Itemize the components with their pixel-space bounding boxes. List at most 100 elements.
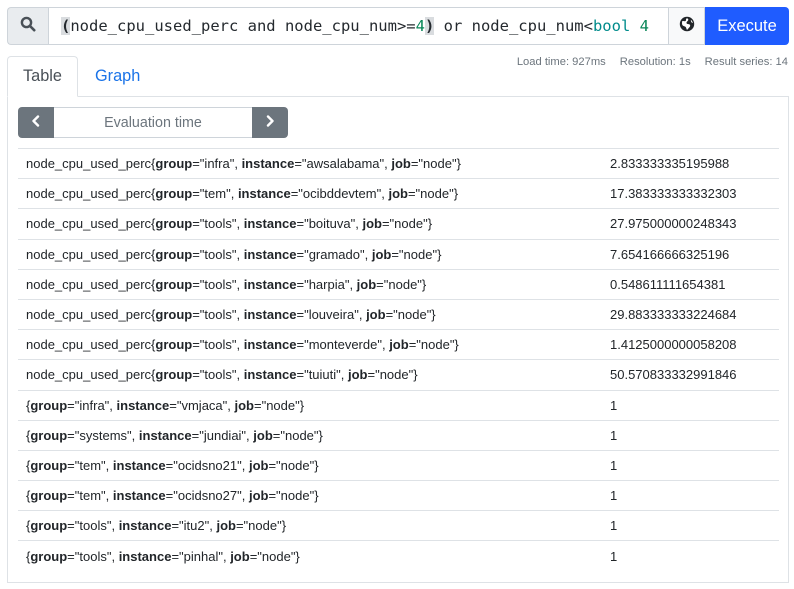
label-value: ="tools", xyxy=(192,337,244,353)
label-key: job xyxy=(391,156,411,172)
execute-button[interactable]: Execute xyxy=(705,7,789,45)
table-row: {group="systems", instance="jundiai", jo… xyxy=(18,419,779,450)
table-row: node_cpu_used_perc{group="infra", instan… xyxy=(18,148,779,178)
label-key: instance xyxy=(138,427,192,443)
label-value: ="ocidsno21", xyxy=(165,457,249,473)
results-table: node_cpu_used_perc{group="infra", instan… xyxy=(18,148,779,571)
tab-table[interactable]: Table xyxy=(7,56,78,97)
label-key: job xyxy=(248,457,269,473)
sample-value: 1 xyxy=(610,488,618,504)
label-key: instance xyxy=(118,548,172,564)
label-value: ="node"} xyxy=(268,457,319,473)
label-value: ="awsalabama", xyxy=(294,156,392,172)
label-value: ="tem", xyxy=(67,457,113,473)
label-value: ="node"} xyxy=(385,307,436,323)
label-key: job xyxy=(366,307,386,323)
metric-name: node_cpu_used_perc{ xyxy=(26,276,156,292)
label-value: ="harpia", xyxy=(296,276,357,292)
query-stats: Load time: 927ms Resolution: 1s Result s… xyxy=(517,56,788,68)
sample-value: 29.883333333224684 xyxy=(610,307,737,323)
label-value: ="node"} xyxy=(268,488,319,504)
sample-value: 1 xyxy=(610,427,618,443)
label-value: ="tools", xyxy=(192,307,244,323)
sample-value: 17.383333333332303 xyxy=(610,186,737,202)
sample-value: 1 xyxy=(610,397,618,413)
label-value: ="monteverde", xyxy=(296,337,390,353)
query-token-paren: ) xyxy=(424,17,435,35)
metric-name: node_cpu_used_perc{ xyxy=(26,246,156,262)
label-key: instance xyxy=(112,457,166,473)
label-key: instance xyxy=(243,307,297,323)
label-key: instance xyxy=(243,367,297,383)
label-key: group xyxy=(30,427,68,443)
label-key: group xyxy=(30,518,68,534)
query-expression-input[interactable]: (node_cpu_used_perc and node_cpu_num>= 4)… xyxy=(48,7,669,45)
table-row: node_cpu_used_perc{group="tools", instan… xyxy=(18,208,779,238)
sample-value: 2.833333335195988 xyxy=(610,156,730,172)
label-key: instance xyxy=(243,246,297,262)
evaluation-time-picker: Evaluation time xyxy=(18,107,288,138)
label-value: ="systems", xyxy=(67,427,139,443)
label-key: instance xyxy=(237,186,291,202)
label-key: group xyxy=(30,397,68,413)
label-value: ="node"} xyxy=(249,548,300,564)
series-labels: node_cpu_used_perc{group="tools", instan… xyxy=(18,277,600,292)
label-key: job xyxy=(348,367,368,383)
label-key: group xyxy=(155,367,193,383)
search-icon xyxy=(20,16,36,37)
eval-time-next-button[interactable] xyxy=(252,107,288,138)
metric-name: node_cpu_used_perc{ xyxy=(26,216,156,232)
label-value: ="node"} xyxy=(254,397,305,413)
label-value: ="node"} xyxy=(367,367,418,383)
label-value: ="jundiai", xyxy=(191,427,254,443)
label-value: ="ocidsno27", xyxy=(165,488,249,504)
series-labels: {group="tem", instance="ocidsno21", job=… xyxy=(18,458,600,473)
query-bar: (node_cpu_used_perc and node_cpu_num>= 4)… xyxy=(7,7,789,45)
label-value: ="louveira", xyxy=(296,307,367,323)
metrics-explorer-button[interactable] xyxy=(669,7,705,45)
view-tabs: Table Graph xyxy=(7,56,156,97)
label-value: ="node"} xyxy=(408,337,459,353)
evaluation-time-input[interactable]: Evaluation time xyxy=(54,107,252,138)
label-key: group xyxy=(30,457,68,473)
label-key: group xyxy=(155,337,193,353)
query-token-num: 4 xyxy=(415,17,425,35)
label-key: job xyxy=(371,246,392,262)
table-row: node_cpu_used_perc{group="tools", instan… xyxy=(18,268,779,299)
table-row: node_cpu_used_perc{group="tools", instan… xyxy=(18,359,779,389)
query-token-plain: or node_cpu_num< xyxy=(434,17,593,35)
label-key: group xyxy=(30,548,68,564)
label-value: ="tem", xyxy=(67,488,113,504)
series-labels: {group="infra", instance="vmjaca", job="… xyxy=(18,398,600,413)
table-row: {group="tools", instance="itu2", job="no… xyxy=(18,510,779,540)
series-labels: node_cpu_used_perc{group="infra", instan… xyxy=(18,156,600,171)
series-labels: node_cpu_used_perc{group="tools", instan… xyxy=(18,337,600,352)
label-key: group xyxy=(155,276,193,292)
query-token-plain xyxy=(630,17,639,35)
table-row: {group="tools", instance="pinhal", job="… xyxy=(18,540,779,570)
label-value: ="node"} xyxy=(272,427,323,443)
metric-name: node_cpu_used_perc{ xyxy=(26,307,156,323)
series-labels: node_cpu_used_perc{group="tools", instan… xyxy=(18,307,600,322)
series-labels: {group="tools", instance="pinhal", job="… xyxy=(18,549,600,564)
tab-graph[interactable]: Graph xyxy=(78,56,156,97)
label-value: ="node"} xyxy=(381,216,433,232)
eval-time-prev-button[interactable] xyxy=(18,107,54,138)
series-labels: node_cpu_used_perc{group="tools", instan… xyxy=(18,216,600,231)
table-row: {group="tem", instance="ocidsno21", job=… xyxy=(18,449,779,480)
label-key: job xyxy=(253,427,273,443)
label-key: group xyxy=(155,216,193,232)
metric-name: node_cpu_used_perc{ xyxy=(26,367,156,383)
table-row: node_cpu_used_perc{group="tools", instan… xyxy=(18,298,779,329)
label-key: group xyxy=(155,156,193,172)
query-token-paren: ( xyxy=(61,17,71,35)
sample-value: 7.654166666325196 xyxy=(610,246,730,262)
label-value: ="infra", xyxy=(67,397,117,413)
query-token-kw: bool xyxy=(592,17,631,35)
load-time: Load time: 927ms xyxy=(516,56,606,68)
chevron-right-icon xyxy=(265,115,275,130)
label-value: ="ocibddevtem", xyxy=(290,186,389,202)
label-key: job xyxy=(356,276,377,292)
search-prepend xyxy=(7,7,48,45)
label-value: ="tools", xyxy=(192,367,244,383)
